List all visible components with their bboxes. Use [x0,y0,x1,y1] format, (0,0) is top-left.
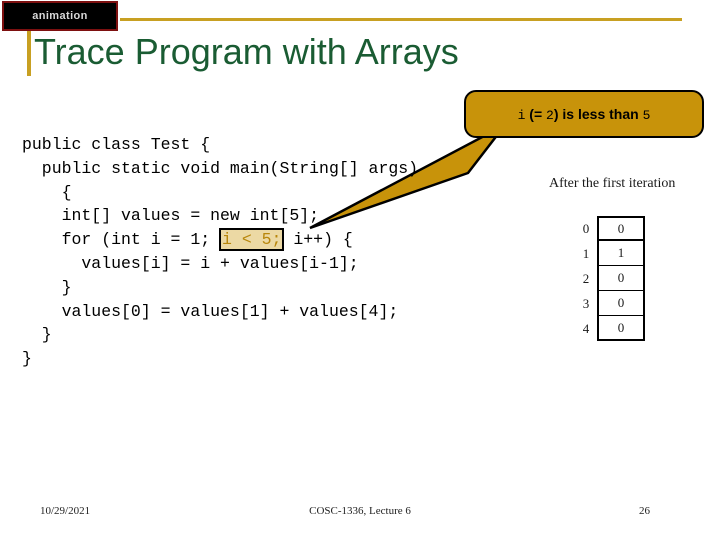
code-line-7: } [22,277,72,297]
code-line-8: values[0] = values[1] + values[4]; [22,301,399,321]
code-line-9: } [22,325,52,345]
array-value: 1 [597,241,645,266]
code-line-10: } [22,349,32,369]
callout-limit: 5 [642,107,651,123]
animation-tab[interactable]: animation [2,1,118,31]
table-row: 0 0 [575,216,645,241]
array-value: 0 [597,316,645,341]
table-row: 4 0 [575,316,645,341]
array-index: 4 [582,320,590,336]
array-table: 0 0 1 1 2 0 3 0 4 0 [575,216,645,341]
table-row: 3 0 [575,291,645,316]
slide: animation Trace Program with Arrays i (=… [0,0,720,540]
array-value: 0 [597,216,645,241]
highlighted-condition: i < 5; [219,228,285,252]
callout-value: 2 [546,107,554,123]
array-index: 0 [582,220,590,236]
code-line-6: values[i] = i + values[i-1]; [22,253,359,273]
animation-tab-label: animation [32,10,88,22]
code-line-1: public class Test { [22,135,211,154]
array-value: 0 [597,266,645,291]
code-line-5-suffix: i++) { [283,230,353,250]
code-listing: public class Test { public static void m… [22,133,418,371]
array-caption: After the first iteration [549,176,676,191]
code-line-5-prefix: for (int i = 1; [22,230,221,250]
title-accent-bar [27,31,31,76]
code-line-4: int[] values = new int[5]; [22,206,320,226]
header-divider [120,18,682,21]
callout-mid-1: (= [525,105,547,122]
code-line-3: { [22,182,72,202]
array-value: 0 [597,291,645,316]
slide-footer: 10/29/2021 COSC-1336, Lecture 6 26 [0,505,720,525]
callout-bubble: i (= 2) is less than 5 [464,90,704,138]
footer-course: COSC-1336, Lecture 6 [309,505,411,517]
array-index: 3 [582,295,590,311]
code-line-2: public static void main(String[] args) [22,158,419,178]
callout-text: i (= 2) is less than 5 [518,106,651,123]
table-row: 2 0 [575,266,645,291]
array-index: 1 [582,245,590,261]
table-row: 1 1 [575,241,645,266]
footer-page-number: 26 [639,505,650,517]
array-index: 2 [582,270,590,286]
page-title: Trace Program with Arrays [34,31,459,72]
callout-mid-2: ) is less than [553,105,643,122]
